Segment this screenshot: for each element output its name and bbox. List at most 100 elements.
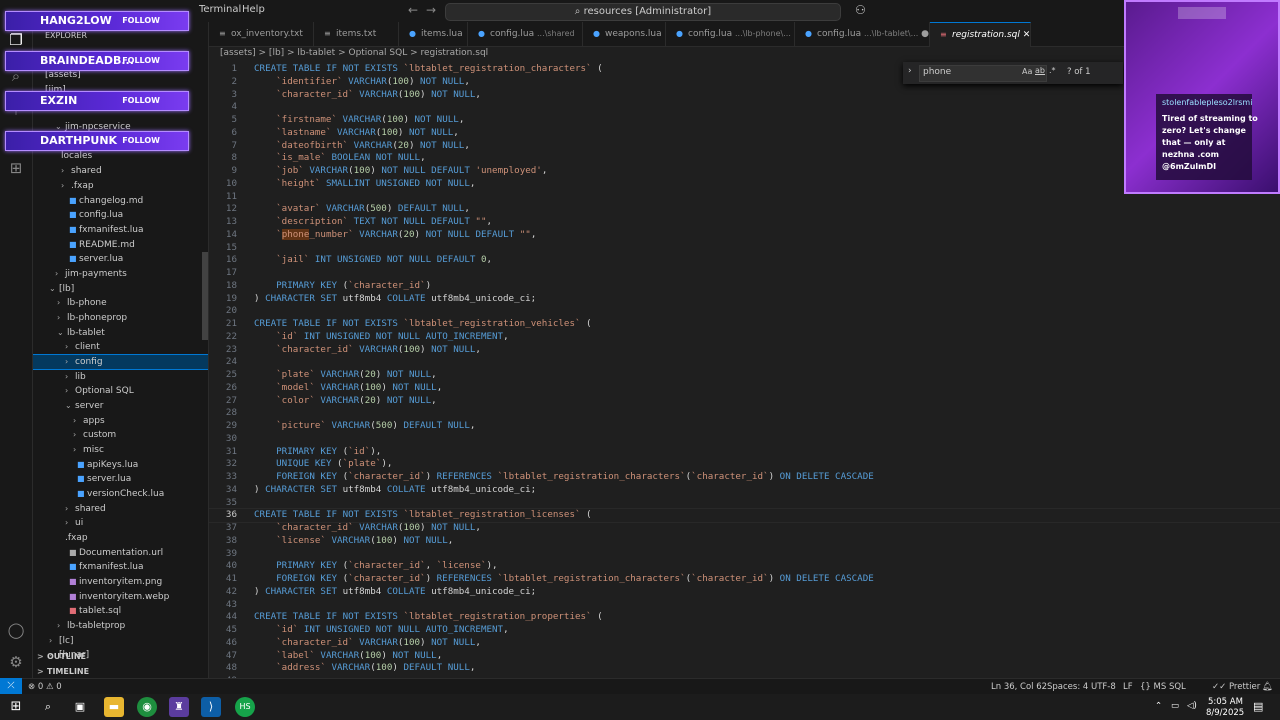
chrome-icon[interactable]: ◉ — [137, 697, 157, 717]
tree-item[interactable]: ■ fxmanifest.lua — [33, 223, 208, 237]
file-icon: ■ — [69, 210, 77, 219]
tray-chevron-icon[interactable]: ⌃ — [1155, 701, 1162, 711]
app-icon[interactable]: ♜ — [169, 697, 189, 717]
tree-item[interactable]: › [lc] — [33, 634, 208, 648]
tree-item[interactable]: ■ changelog.md — [33, 194, 208, 208]
overlay-text: zero? Let's change — [1162, 126, 1246, 135]
tree-item[interactable]: › ui — [33, 516, 208, 530]
heidisql-icon[interactable]: HS — [235, 697, 255, 717]
tree-item[interactable]: ■ config.lua — [33, 208, 208, 222]
tab-items-lua[interactable]: ● items.lua — [399, 22, 468, 46]
tree-item[interactable]: ⌄ [lb] — [33, 282, 208, 296]
timeline-section[interactable]: > TIMELINE — [33, 665, 208, 678]
tree-item[interactable]: ⌄ server — [33, 399, 208, 413]
notification-center-icon[interactable]: ▤ — [1253, 700, 1263, 713]
tab-label: items.lua — [421, 29, 463, 39]
tree-item[interactable]: ■ tablet.sql — [33, 604, 208, 618]
tree-item[interactable]: ⌄ lb-tablet — [33, 326, 208, 340]
end-of-line[interactable]: LF — [1123, 682, 1133, 692]
tree-item[interactable]: › lib — [33, 370, 208, 384]
line-number: 45 — [225, 624, 237, 635]
prettier-status[interactable]: ✓✓ Prettier — [1212, 682, 1260, 692]
line-number: 8 — [231, 152, 237, 164]
code-text: ) CHARACTER SET utf8mb4 COLLATE utf8mb4_… — [254, 483, 537, 495]
tree-item[interactable]: › lb-phoneprop — [33, 311, 208, 325]
tree-item[interactable]: › shared — [33, 502, 208, 516]
tab-items-txt[interactable]: ≡ items.txt — [314, 22, 399, 46]
problems-indicator[interactable]: ⊗ 0 ⚠ 0 — [28, 682, 62, 692]
tree-item[interactable]: › Optional SQL — [33, 384, 208, 398]
tree-item[interactable]: › lb-phone — [33, 296, 208, 310]
match-word-icon[interactable]: ab — [1035, 66, 1045, 75]
encoding[interactable]: UTF-8 — [1091, 682, 1116, 692]
vscode-icon[interactable]: ⟩ — [201, 697, 221, 717]
tree-item-label: server.lua — [79, 254, 124, 264]
tree-item[interactable]: ■ Documentation.url — [33, 546, 208, 560]
cursor-position[interactable]: Ln 36, Col 62 — [991, 682, 1047, 692]
tree-item[interactable]: › client — [33, 340, 208, 354]
match-case-icon[interactable]: Aa — [1022, 67, 1032, 76]
tree-item[interactable]: .fxap — [33, 531, 208, 545]
remote-indicator-icon[interactable]: ⤫ — [0, 678, 22, 694]
explorer-icon[interactable]: ❐ — [6, 30, 26, 50]
file-explorer-icon[interactable]: ▬ — [104, 697, 124, 717]
tree-item[interactable]: › jim-payments — [33, 267, 208, 281]
command-center[interactable]: ⌕ resources [Administrator] — [445, 3, 841, 21]
extensions-icon[interactable]: ⊞ — [6, 158, 26, 178]
tree-item-label: versionCheck.lua — [87, 489, 165, 499]
volume-icon[interactable]: ◁) — [1187, 701, 1197, 711]
tree-item[interactable]: › config — [33, 354, 208, 370]
task-view-icon[interactable]: ▣ — [70, 697, 90, 717]
menu-help[interactable]: Help — [242, 4, 265, 15]
tree-item[interactable]: ■ apiKeys.lua — [33, 458, 208, 472]
notifications-bell-icon[interactable]: 🔔︎ — [1262, 682, 1273, 692]
line-number: 2 — [231, 75, 237, 87]
tree-item[interactable]: ■ fxmanifest.lua — [33, 560, 208, 574]
file-icon: ■ — [77, 489, 85, 498]
regex-icon[interactable]: .* — [1049, 66, 1056, 75]
tree-item[interactable]: › lb-tabletprop — [33, 619, 208, 633]
copilot-icon[interactable]: ⚇ — [855, 3, 866, 17]
tree-item[interactable]: › misc — [33, 443, 208, 457]
indentation[interactable]: Spaces: 4 — [1047, 682, 1088, 692]
tree-item-label: custom — [83, 430, 117, 440]
forward-arrow-icon[interactable]: → — [426, 3, 436, 17]
tree-item[interactable]: › shared — [33, 164, 208, 178]
tree-item[interactable]: ■ inventoryitem.png — [33, 575, 208, 589]
line-number: 41 — [225, 573, 237, 584]
code-editor[interactable]: 1 CREATE TABLE IF NOT EXISTS `lbtablet_re… — [209, 60, 1280, 686]
back-arrow-icon[interactable]: ← — [408, 3, 418, 17]
tree-item[interactable]: › custom — [33, 428, 208, 442]
account-icon[interactable]: ◯ — [6, 620, 26, 640]
tree-item[interactable]: ■ README.md — [33, 238, 208, 252]
toggle-replace-chevron-icon[interactable]: › — [908, 66, 912, 76]
sidebar-scrollbar[interactable] — [202, 252, 208, 340]
taskbar-search-icon[interactable]: ⌕ — [38, 697, 58, 717]
outline-section[interactable]: > OUTLINE — [33, 650, 208, 664]
tree-item[interactable]: ■ server.lua — [33, 252, 208, 266]
tree-item[interactable]: locales — [33, 149, 208, 163]
tab-config-lb-tablet[interactable]: ● config.lua ...\lb-tablet\... ● — [795, 22, 930, 46]
chevron-right-icon: › — [65, 504, 69, 513]
tab-weapons[interactable]: ● weapons.lua — [583, 22, 666, 46]
network-icon[interactable]: ▭ — [1171, 701, 1179, 711]
tab-registration-sql[interactable]: ≡ registration.sql ✕ — [930, 22, 1031, 47]
menu-terminal[interactable]: Terminal — [199, 4, 241, 15]
breadcrumb[interactable]: [assets] > [lb] > lb-tablet > Optional S… — [220, 48, 488, 58]
tree-item[interactable]: › apps — [33, 414, 208, 428]
tab-config-lb-phone[interactable]: ● config.lua ...\lb-phone\... — [666, 22, 795, 46]
tab-ox-inventory[interactable]: ≡ ox_inventory.txt — [209, 22, 314, 46]
language-mode[interactable]: {} MS SQL — [1140, 682, 1186, 692]
clock-time[interactable]: 5:05 AM — [1208, 697, 1243, 707]
tree-item[interactable]: ■ versionCheck.lua — [33, 487, 208, 501]
tree-item[interactable]: ■ server.lua — [33, 472, 208, 486]
settings-gear-icon[interactable]: ⚙ — [6, 652, 26, 672]
find-input[interactable]: phone Aa — [919, 65, 1047, 82]
clock-date[interactable]: 8/9/2025 — [1206, 708, 1244, 718]
tree-item-label: [lb] — [59, 284, 75, 294]
tab-config-shared[interactable]: ● config.lua ...\shared — [468, 22, 583, 46]
tree-item[interactable]: › .fxap — [33, 179, 208, 193]
close-icon[interactable]: ✕ — [1023, 30, 1031, 40]
windows-start-icon[interactable]: ⊞ — [6, 697, 26, 717]
tree-item[interactable]: ■ inventoryitem.webp — [33, 590, 208, 604]
